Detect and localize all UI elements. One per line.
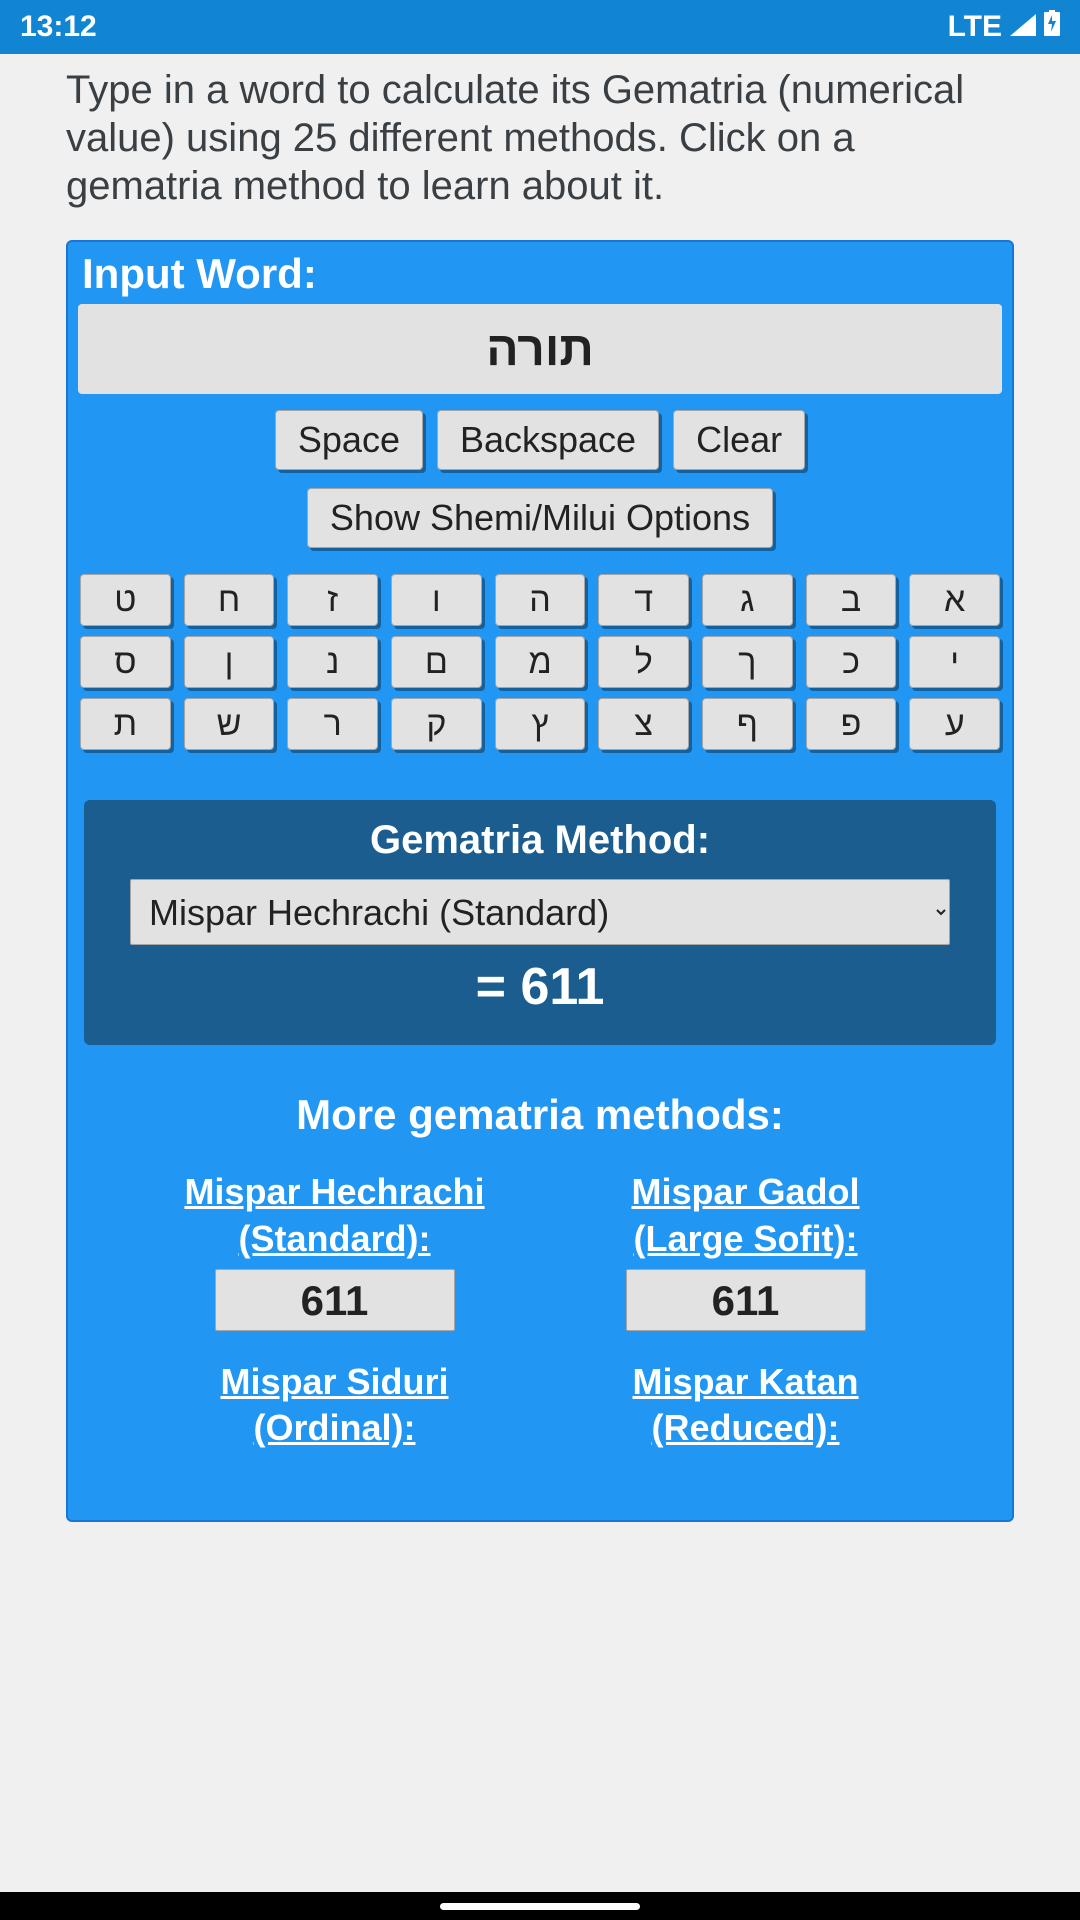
methods-grid: Mispar Hechrachi(Standard):611Mispar Gad… bbox=[78, 1169, 1002, 1480]
method-value: 611 bbox=[626, 1269, 866, 1331]
heb-key-ה[interactable]: ה bbox=[495, 574, 586, 626]
status-right: LTE bbox=[948, 10, 1060, 44]
heb-key-ס[interactable]: ס bbox=[80, 636, 171, 688]
page-inner: Type in a word to calculate its Gematria… bbox=[26, 54, 1054, 1522]
heb-key-ף[interactable]: ף bbox=[702, 698, 793, 750]
method-link[interactable]: Mispar Katan(Reduced): bbox=[555, 1359, 936, 1453]
backspace-button[interactable]: Backspace bbox=[437, 410, 659, 470]
method-link[interactable]: Mispar Siduri(Ordinal): bbox=[144, 1359, 525, 1453]
heb-key-ב[interactable]: ב bbox=[806, 574, 897, 626]
control-row-1: Space Backspace Clear bbox=[78, 410, 1002, 470]
status-time: 13:12 bbox=[20, 10, 97, 44]
heb-key-ז[interactable]: ז bbox=[287, 574, 378, 626]
method-panel: Gematria Method: Mispar Hechrachi (Stand… bbox=[84, 800, 996, 1045]
android-nav-bar bbox=[0, 1892, 1080, 1920]
heb-key-ש[interactable]: ש bbox=[184, 698, 275, 750]
heb-key-ץ[interactable]: ץ bbox=[495, 698, 586, 750]
heb-key-ל[interactable]: ל bbox=[598, 636, 689, 688]
heb-key-ע[interactable]: ע bbox=[909, 698, 1000, 750]
method-select[interactable]: Mispar Hechrachi (Standard) bbox=[130, 879, 950, 945]
method-link[interactable]: Mispar Hechrachi(Standard): bbox=[144, 1169, 525, 1263]
control-row-2: Show Shemi/Milui Options bbox=[78, 488, 1002, 548]
signal-icon bbox=[1010, 10, 1036, 44]
network-label: LTE bbox=[948, 10, 1002, 44]
method-label: Gematria Method: bbox=[130, 818, 950, 863]
method-item: Mispar Hechrachi(Standard):611 bbox=[144, 1169, 525, 1331]
heb-key-מ[interactable]: מ bbox=[495, 636, 586, 688]
result-value: = 611 bbox=[130, 957, 950, 1017]
heb-key-ן[interactable]: ן bbox=[184, 636, 275, 688]
app-content: Type in a word to calculate its Gematria… bbox=[0, 54, 1080, 1892]
hebrew-keyboard: טחזוהדגבא סןנםמלךכי תשרקץצףפע bbox=[78, 574, 1002, 750]
method-item: Mispar Katan(Reduced): bbox=[555, 1359, 936, 1453]
heb-key-ר[interactable]: ר bbox=[287, 698, 378, 750]
heb-key-ך[interactable]: ך bbox=[702, 636, 793, 688]
input-word-field[interactable] bbox=[78, 304, 1002, 394]
android-status-bar: 13:12 LTE bbox=[0, 0, 1080, 54]
heb-key-ו[interactable]: ו bbox=[391, 574, 482, 626]
intro-text: Type in a word to calculate its Gematria… bbox=[66, 66, 1014, 210]
shemi-options-button[interactable]: Show Shemi/Milui Options bbox=[307, 488, 773, 548]
heb-key-ק[interactable]: ק bbox=[391, 698, 482, 750]
heb-key-פ[interactable]: פ bbox=[806, 698, 897, 750]
heb-row: תשרקץצףפע bbox=[80, 698, 1000, 750]
heb-row: סןנםמלךכי bbox=[80, 636, 1000, 688]
heb-key-נ[interactable]: נ bbox=[287, 636, 378, 688]
method-value: 611 bbox=[215, 1269, 455, 1331]
heb-key-צ[interactable]: צ bbox=[598, 698, 689, 750]
clear-button[interactable]: Clear bbox=[673, 410, 805, 470]
heb-key-ג[interactable]: ג bbox=[702, 574, 793, 626]
more-methods-label: More gematria methods: bbox=[78, 1091, 1002, 1139]
heb-key-א[interactable]: א bbox=[909, 574, 1000, 626]
method-item: Mispar Gadol(Large Sofit):611 bbox=[555, 1169, 936, 1331]
heb-key-ם[interactable]: ם bbox=[391, 636, 482, 688]
heb-key-כ[interactable]: כ bbox=[806, 636, 897, 688]
method-link[interactable]: Mispar Gadol(Large Sofit): bbox=[555, 1169, 936, 1263]
heb-row: טחזוהדגבא bbox=[80, 574, 1000, 626]
nav-handle[interactable] bbox=[440, 1903, 640, 1910]
battery-charging-icon bbox=[1044, 10, 1060, 44]
space-button[interactable]: Space bbox=[275, 410, 423, 470]
heb-key-ט[interactable]: ט bbox=[80, 574, 171, 626]
heb-key-ח[interactable]: ח bbox=[184, 574, 275, 626]
input-label: Input Word: bbox=[82, 250, 1002, 298]
method-item: Mispar Siduri(Ordinal): bbox=[144, 1359, 525, 1453]
heb-key-ת[interactable]: ת bbox=[80, 698, 171, 750]
heb-key-י[interactable]: י bbox=[909, 636, 1000, 688]
calculator-panel: Input Word: Space Backspace Clear Show S… bbox=[66, 240, 1014, 1522]
heb-key-ד[interactable]: ד bbox=[598, 574, 689, 626]
